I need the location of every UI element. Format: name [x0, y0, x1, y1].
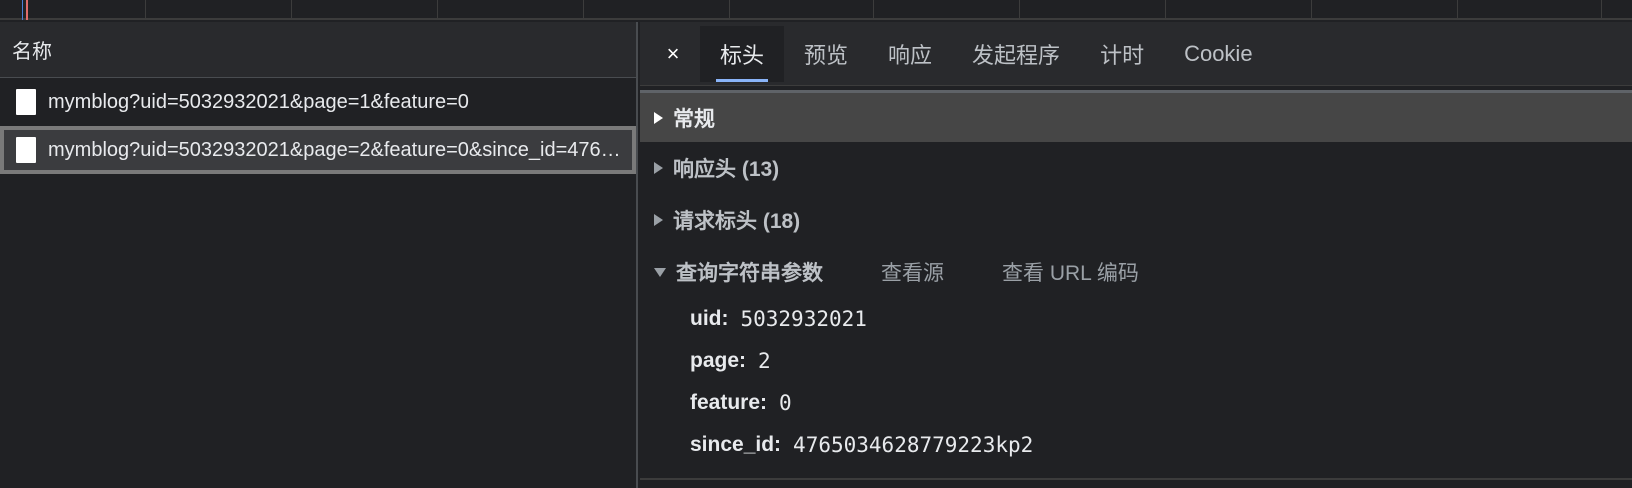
timeline-gridline	[1311, 0, 1312, 20]
section-title: 常规	[673, 107, 715, 131]
network-timeline-overview[interactable]	[0, 0, 1632, 20]
query-param-row: page: 2	[640, 340, 1632, 382]
param-key: page:	[690, 349, 747, 372]
param-value: 0	[779, 391, 792, 415]
param-value: 2	[758, 349, 771, 373]
request-row-selected[interactable]: mymblog?uid=5032932021&page=2&feature=0&…	[0, 126, 636, 174]
view-url-encoded-link[interactable]: 查看 URL 编码	[1002, 257, 1139, 287]
tab-cookies[interactable]: Cookie	[1164, 26, 1272, 82]
response-headers-section-header[interactable]: 响应头 (13)	[640, 142, 1632, 194]
request-headers-section-header[interactable]: 请求标头 (18)	[640, 194, 1632, 246]
tab-initiator[interactable]: 发起程序	[952, 26, 1080, 82]
tab-timing[interactable]: 计时	[1080, 26, 1164, 82]
tab-label: 预览	[804, 42, 849, 68]
param-value: 4765034628779223kp2	[793, 433, 1034, 457]
tab-label: 发起程序	[972, 42, 1061, 68]
timeline-gridline	[291, 0, 292, 20]
name-column-header[interactable]: 名称	[0, 22, 636, 78]
tab-label: 计时	[1100, 42, 1145, 68]
timeline-marker-blue	[22, 0, 23, 20]
param-value: 5032932021	[740, 307, 867, 331]
timeline-marker-red	[26, 0, 28, 20]
request-name: mymblog?uid=5032932021&page=2&feature=0&…	[48, 138, 628, 161]
section-title: 响应头 (13)	[673, 158, 780, 181]
expand-triangle-icon	[654, 111, 663, 124]
tab-label: 标头	[720, 42, 765, 68]
document-icon	[16, 137, 36, 163]
timeline-gridline	[145, 0, 146, 20]
request-name: mymblog?uid=5032932021&page=1&feature=0	[48, 90, 469, 113]
param-key: uid:	[690, 307, 729, 330]
divider	[640, 478, 1632, 480]
timeline-gridline	[583, 0, 584, 20]
request-details-panel: × 标头 预览 响应 发起程序 计时 Cookie 常规 响应头 (13) 请求…	[640, 22, 1632, 488]
timeline-gridline	[873, 0, 874, 20]
timeline-gridline	[437, 0, 438, 20]
tab-preview[interactable]: 预览	[784, 26, 868, 82]
param-key: since_id:	[690, 433, 782, 456]
param-key: feature:	[690, 391, 768, 414]
timeline-gridline	[1019, 0, 1020, 20]
request-row[interactable]: mymblog?uid=5032932021&page=1&feature=0	[0, 78, 636, 126]
timeline-gridline	[729, 0, 730, 20]
tab-label: Cookie	[1184, 40, 1253, 66]
query-param-row: since_id: 4765034628779223kp2	[640, 424, 1632, 466]
expand-triangle-icon	[654, 214, 663, 226]
tab-response[interactable]: 响应	[868, 26, 952, 82]
close-icon[interactable]: ×	[656, 41, 690, 67]
query-param-row: feature: 0	[640, 382, 1632, 424]
query-params-section-header[interactable]: 查询字符串参数 查看源 查看 URL 编码	[640, 246, 1632, 298]
collapse-triangle-icon	[654, 267, 666, 277]
timeline-gridline	[1165, 0, 1166, 20]
tab-headers[interactable]: 标头	[700, 25, 785, 82]
section-title: 请求标头 (18)	[673, 210, 801, 233]
timeline-gridline	[1457, 0, 1458, 20]
general-section-header[interactable]: 常规	[640, 90, 1632, 142]
request-list-panel: 名称 mymblog?uid=5032932021&page=1&feature…	[0, 22, 638, 488]
view-source-link[interactable]: 查看源	[881, 257, 944, 287]
name-column-label: 名称	[12, 41, 52, 63]
expand-triangle-icon	[654, 162, 663, 174]
tab-label: 响应	[888, 42, 933, 68]
query-param-row: uid: 5032932021	[640, 298, 1632, 340]
section-title: 查询字符串参数	[676, 262, 823, 285]
timeline-gridline	[1601, 0, 1602, 20]
document-icon	[16, 89, 36, 115]
details-tab-bar: × 标头 预览 响应 发起程序 计时 Cookie	[640, 22, 1632, 86]
